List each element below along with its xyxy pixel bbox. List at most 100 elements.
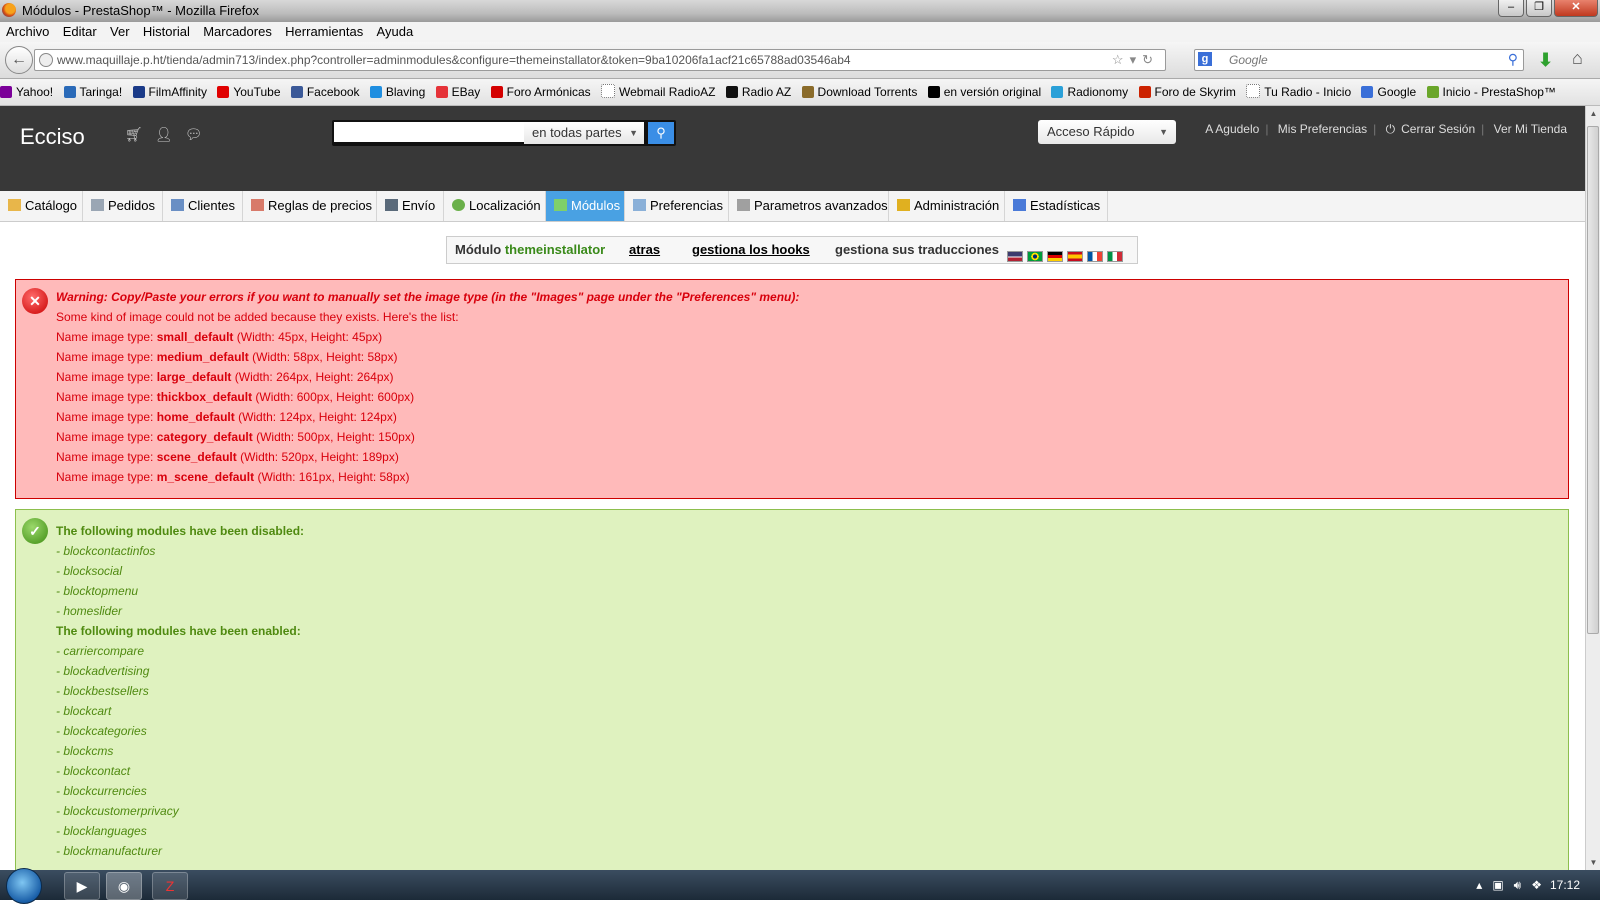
google-engine-icon[interactable]: g [1198,52,1212,66]
bookmark-item[interactable]: Taringa! [63,79,122,105]
menu-herramientas[interactable]: Herramientas [285,22,363,42]
flag-pt-br-icon[interactable] [1027,251,1043,262]
bookmark-item[interactable]: FilmAffinity [132,79,207,105]
bookmark-item[interactable]: Webmail RadioAZ [601,79,715,105]
menu-historial[interactable]: Historial [143,22,190,42]
bookmark-item[interactable]: Tu Radio - Inicio [1246,79,1351,105]
success-message-box: ✓ The following modules have been disabl… [15,509,1569,889]
preferences-icon [633,199,646,211]
download-icon[interactable]: ⬇ [1538,50,1553,71]
tab-clientes[interactable]: Clientes [163,191,243,221]
bookmark-favicon-icon [927,86,940,98]
tab-pedidos[interactable]: Pedidos [83,191,163,221]
scroll-up-icon[interactable]: ▲ [1586,106,1600,122]
site-identity-icon[interactable] [39,53,53,67]
bookmark-item[interactable]: Facebook [290,79,360,105]
page-scrollbar[interactable]: ▲ ▼ [1585,106,1600,871]
tab-administracion[interactable]: Administración [889,191,1005,221]
scrollbar-thumb[interactable] [1587,126,1599,634]
employee-link[interactable]: A Agudelo [1205,122,1259,136]
error-item: Name image type: home_default (Width: 12… [56,410,397,424]
flag-en-icon[interactable] [1007,251,1023,262]
bookmark-item[interactable]: Radionomy [1051,79,1128,105]
search-scope-select[interactable]: en todas partes ▼ [524,122,644,144]
tab-estadisticas[interactable]: Estadísticas [1005,191,1108,221]
browser-search-box[interactable]: g Google ⚲ [1194,49,1524,71]
start-button[interactable] [6,868,42,904]
url-text[interactable]: www.maquillaje.p.ht/tienda/admin713/inde… [57,53,851,67]
back-arrow-icon[interactable]: ← [5,46,33,74]
browser-search-placeholder[interactable]: Google [1229,53,1268,67]
error-item: Name image type: thickbox_default (Width… [56,390,415,404]
menu-editar[interactable]: Editar [63,22,97,42]
bookmark-favicon-icon [601,84,615,98]
shop-logo[interactable]: Ecciso [20,124,85,150]
error-item: Name image type: medium_default (Width: … [56,350,398,364]
bookmark-item[interactable]: Download Torrents [801,79,917,105]
admin-search-input[interactable] [334,122,526,142]
clock[interactable]: 17:12 [1550,870,1580,900]
bookmark-item[interactable]: Google [1361,79,1416,105]
bookmark-favicon-icon [490,86,503,98]
bookmark-item[interactable]: en versión original [927,79,1041,105]
flag-it-icon[interactable] [1107,251,1123,262]
tab-parametros-avanzados[interactable]: Parametros avanzados [729,191,889,221]
preferences-link[interactable]: Mis Preferencias [1278,122,1367,136]
globe-icon [452,199,465,211]
close-button[interactable]: ✕ [1554,0,1598,17]
url-bar[interactable]: www.maquillaje.p.ht/tienda/admin713/inde… [34,49,1166,71]
filezilla-icon[interactable]: Z [152,872,188,900]
tab-modulos[interactable]: Módulos [546,191,625,221]
list-item: - blockadvertising [56,664,150,678]
firefox-taskbar-icon[interactable]: ◉ [106,872,142,900]
dropdown-arrow-icon[interactable]: ▾ [1130,52,1143,67]
flag-fr-icon[interactable] [1087,251,1103,262]
flag-es-icon[interactable] [1067,251,1083,262]
tab-reglas-de-precios[interactable]: Reglas de precios [243,191,377,221]
messages-icon[interactable]: 💬︎ [185,126,215,142]
logout-link[interactable]: Cerrar Sesión [1401,122,1475,136]
bookmark-item[interactable]: Radio AZ [725,79,791,105]
tab-preferencias[interactable]: Preferencias [625,191,729,221]
bookmark-item[interactable]: EBay [435,79,480,105]
error-item: Name image type: category_default (Width… [56,430,415,444]
bookmark-item[interactable]: Foro de Skyrim [1138,79,1236,105]
media-player-icon[interactable]: ▶ [64,872,100,900]
bookmark-star-icon[interactable]: ☆ [1112,52,1130,67]
bookmark-favicon-icon [369,86,382,98]
manage-hooks-link[interactable]: gestiona los hooks [692,237,810,263]
tab-envio[interactable]: Envío [377,191,444,221]
search-button[interactable]: ⚲ [648,122,674,144]
bookmark-item[interactable]: Inicio - PrestaShop™ [1426,79,1556,105]
customer-icon[interactable]: 👤︎ [155,126,185,142]
tray-expand-icon[interactable]: ▴ [1476,878,1492,892]
quick-access-select[interactable]: Acceso Rápido ▼ [1038,120,1176,144]
menu-ayuda[interactable]: Ayuda [377,22,414,42]
tab-localizacion[interactable]: Localización [444,191,546,221]
search-icon[interactable]: ⚲ [1508,51,1518,68]
reload-icon[interactable]: ↻ [1142,52,1159,67]
cart-icon[interactable]: 🛒︎ [125,126,155,142]
view-shop-link[interactable]: Ver Mi Tienda [1494,122,1567,136]
flag-de-icon[interactable] [1047,251,1063,262]
menu-marcadores[interactable]: Marcadores [203,22,272,42]
bookmark-item[interactable]: YouTube [217,79,281,105]
dropbox-icon[interactable]: ❖ [1531,878,1552,892]
bookmark-item[interactable]: Foro Armónicas [490,79,591,105]
scroll-down-icon[interactable]: ▼ [1586,855,1600,871]
minimize-button[interactable]: – [1498,0,1524,17]
back-link[interactable]: atras [629,237,660,263]
maximize-button[interactable]: ❐ [1526,0,1552,17]
admin-search: en todas partes ▼ ⚲ [332,120,676,146]
network-icon[interactable]: ▣ [1492,878,1513,892]
menu-ver[interactable]: Ver [110,22,130,42]
tab-catalogo[interactable]: Catálogo [0,191,83,221]
bookmark-favicon-icon [1246,84,1261,98]
enabled-modules-title: The following modules have been enabled: [56,624,301,638]
bookmark-item[interactable]: Blaving [369,79,425,105]
volume-icon[interactable]: 🔊︎ [1514,878,1532,892]
menu-archivo[interactable]: Archivo [6,22,49,42]
bookmark-favicon-icon [801,86,814,98]
bookmark-item[interactable]: Yahoo! [0,79,53,105]
home-icon[interactable]: ⌂ [1572,48,1583,69]
